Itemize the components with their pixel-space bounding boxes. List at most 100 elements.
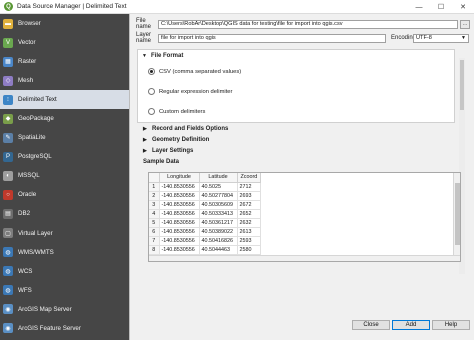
row-number-cell: 2 xyxy=(149,191,160,201)
radio-button[interactable] xyxy=(148,108,155,115)
sidebar-item-wms-wmts[interactable]: ◍ WMS/WMTS xyxy=(0,243,129,262)
sidebar-item-label: WCS xyxy=(18,267,33,275)
geopackage-icon: ◆ xyxy=(3,113,13,124)
folder-icon: ▬ xyxy=(3,18,13,29)
sidebar-item-arcgis-map-server[interactable]: ◉ ArcGIS Map Server xyxy=(0,300,129,319)
table-cell: 2652 xyxy=(237,209,262,219)
table-row[interactable]: 3 -140.8530556 40.50305609 2672 xyxy=(149,200,262,210)
sidebar-item-raster[interactable]: ▦ Raster xyxy=(0,52,129,71)
wms-icon: ◍ xyxy=(3,247,13,258)
sidebar-item-oracle[interactable]: ○ Oracle xyxy=(0,185,129,204)
sidebar-item-delimited-text[interactable]: ⁝ Delimited Text xyxy=(0,90,129,110)
table-cell: -140.8530556 xyxy=(159,182,200,192)
encoding-value: UTF-8 xyxy=(416,35,432,41)
sidebar-item-label: PostgreSQL xyxy=(18,153,52,161)
sidebar-item-postgresql[interactable]: P PostgreSQL xyxy=(0,147,129,166)
file-format-header[interactable]: ▼ File Format xyxy=(142,53,183,59)
add-button[interactable]: Add xyxy=(392,320,430,330)
geometry-definition-header[interactable]: ▶ Geometry Definition xyxy=(143,137,209,143)
table-row[interactable]: 4 -140.8530556 40.50333413 2652 xyxy=(149,209,262,219)
sidebar-item-label: ArcGIS Feature Server xyxy=(18,324,81,332)
table-cell: 40.50416826 xyxy=(199,236,238,246)
dialog-footer: Close Add Help xyxy=(130,310,474,340)
column-header[interactable]: Longitude xyxy=(159,173,200,183)
table-row[interactable]: 7 -140.8530556 40.50416826 2593 xyxy=(149,236,262,246)
sidebar-item-label: Oracle xyxy=(18,191,37,199)
raster-icon: ▦ xyxy=(3,56,13,67)
sidebar-item-db2[interactable]: ▤ DB2 xyxy=(0,204,129,223)
table-vertical-scrollbar[interactable] xyxy=(453,173,460,261)
table-header-row: Longitude Latitude Zcoord xyxy=(149,173,262,183)
table-scrollbar-thumb[interactable] xyxy=(455,183,460,245)
row-number-cell: 7 xyxy=(149,236,160,246)
row-number-cell: 1 xyxy=(149,182,160,192)
title-bar: Q Data Source Manager | Delimited Text —… xyxy=(0,0,474,14)
table-cell: -140.8530556 xyxy=(159,191,200,201)
layer-name-field[interactable]: file for import into qgis xyxy=(158,33,386,43)
geometry-definition-heading: Geometry Definition xyxy=(152,137,210,143)
column-header[interactable]: Zcoord xyxy=(237,173,262,183)
table-cell: 2632 xyxy=(237,218,262,228)
radio-regex[interactable]: Regular expression delimiter xyxy=(148,88,232,95)
sidebar-item-label: SpatiaLite xyxy=(18,134,46,142)
row-number-cell: 4 xyxy=(149,209,160,219)
table-horizontal-scrollbar[interactable] xyxy=(149,255,460,261)
help-button[interactable]: Help xyxy=(432,320,470,330)
maximize-button[interactable]: ☐ xyxy=(430,0,452,14)
table-row[interactable]: 6 -140.8530556 40.50389022 2613 xyxy=(149,227,262,237)
sidebar-item-label: WFS xyxy=(18,286,32,294)
sidebar-item-mesh[interactable]: ◇ Mesh xyxy=(0,71,129,90)
sidebar-item-vector[interactable]: V Vector xyxy=(0,33,129,52)
sidebar-item-virtual-layer[interactable]: ▢ Virtual Layer xyxy=(0,224,129,243)
table-cell: 2672 xyxy=(237,200,262,210)
file-name-field[interactable]: C:\Users\RobAr\Desktop\QGIS data for tes… xyxy=(158,19,458,29)
sidebar-item-wcs[interactable]: ◍ WCS xyxy=(0,262,129,281)
table-cell: -140.8530556 xyxy=(159,218,200,228)
collapsed-arrow-icon: ▶ xyxy=(143,126,147,132)
source-type-sidebar: ▬ Browser V Vector ▦ Raster ◇ Mesh ⁝ Delimited Te… xyxy=(0,14,129,340)
radio-button[interactable] xyxy=(148,88,155,95)
close-window-button[interactable]: ✕ xyxy=(452,0,474,14)
collapsed-arrow-icon: ▶ xyxy=(143,148,147,154)
sidebar-item-arcgis-feature-server[interactable]: ◉ ArcGIS Feature Server xyxy=(0,319,129,338)
close-button[interactable]: Close xyxy=(352,320,390,330)
radio-csv[interactable]: CSV (comma separated values) xyxy=(148,68,241,75)
minimize-button[interactable]: — xyxy=(408,0,430,14)
oracle-icon: ○ xyxy=(3,189,13,200)
table-row[interactable]: 1 -140.8530556 40.5025 2712 xyxy=(149,182,262,192)
table-cell: 2712 xyxy=(237,182,262,192)
browse-file-button[interactable]: … xyxy=(460,19,470,29)
table-row[interactable]: 2 -140.8530556 40.50277804 2693 xyxy=(149,191,262,201)
file-format-heading: File Format xyxy=(151,53,184,59)
wcs-icon: ◍ xyxy=(3,266,13,277)
table-cell: 40.50361217 xyxy=(199,218,238,228)
table-cell: 2580 xyxy=(237,245,262,255)
main-panel: File name C:\Users\RobAr\Desktop\QGIS da… xyxy=(129,14,474,340)
layer-settings-header[interactable]: ▶ Layer Settings xyxy=(143,148,193,154)
layer-settings-heading: Layer Settings xyxy=(152,148,194,154)
table-cell: -140.8530556 xyxy=(159,245,200,255)
file-name-label: File name xyxy=(136,18,152,30)
column-header[interactable]: Latitude xyxy=(199,173,238,183)
sidebar-item-geopackage[interactable]: ◆ GeoPackage xyxy=(0,109,129,128)
panel-scrollbar-thumb[interactable] xyxy=(460,60,464,110)
radio-label: Custom delimiters xyxy=(159,108,206,115)
radio-custom[interactable]: Custom delimiters xyxy=(148,108,205,115)
table-cell: 40.5025 xyxy=(199,182,238,192)
table-cell: 40.50305609 xyxy=(199,200,238,210)
sidebar-item-label: Virtual Layer xyxy=(18,229,53,237)
table-row[interactable]: 5 -140.8530556 40.50361217 2632 xyxy=(149,218,262,228)
sidebar-item-wfs[interactable]: ◍ WFS xyxy=(0,281,129,300)
table-row[interactable]: 8 -140.8530556 40.5044463 2580 xyxy=(149,245,262,255)
table-cell: 2613 xyxy=(237,227,262,237)
row-number-cell: 5 xyxy=(149,218,160,228)
encoding-select[interactable]: UTF-8 ▼ xyxy=(413,33,469,43)
sidebar-item-mssql[interactable]: ◐ MSSQL xyxy=(0,166,129,185)
postgresql-icon: P xyxy=(3,151,13,162)
radio-button[interactable] xyxy=(148,68,155,75)
sidebar-item-spatialite[interactable]: ✎ SpatiaLite xyxy=(0,128,129,147)
sidebar-item-browser[interactable]: ▬ Browser xyxy=(0,14,129,33)
encoding-label: Encoding xyxy=(391,35,417,41)
sidebar-item-label: GeoPackage xyxy=(18,115,54,123)
record-fields-options-header[interactable]: ▶ Record and Fields Options xyxy=(143,126,228,132)
